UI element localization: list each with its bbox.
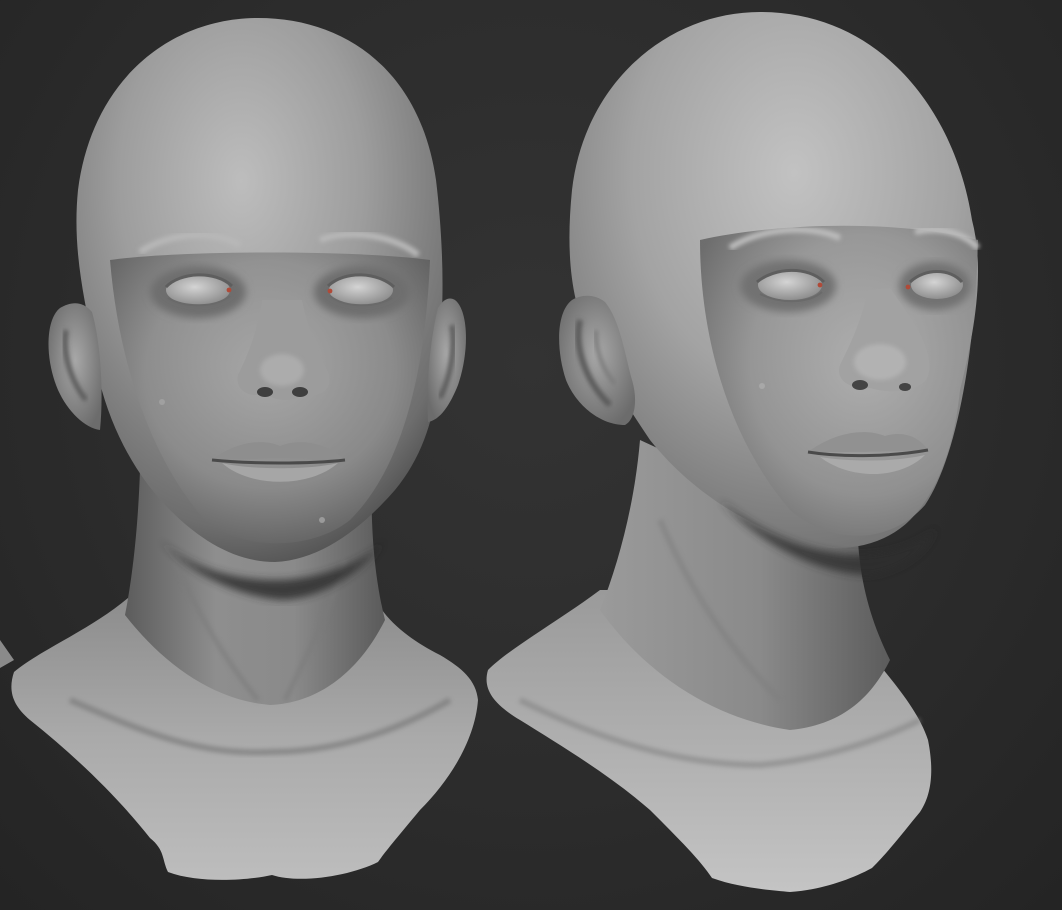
bust-front-ear-left <box>48 303 102 430</box>
bust-side-caruncle-right <box>905 284 911 290</box>
bust-front-caruncle-right <box>327 288 333 294</box>
bust-side-caruncle-left <box>817 282 823 288</box>
render-viewport <box>0 0 1062 910</box>
bust-three-quarter <box>486 12 981 892</box>
bust-front <box>11 18 479 880</box>
bust-front-caruncle-left <box>226 287 232 293</box>
sculpt-render <box>0 12 981 892</box>
offscreen-fragment <box>0 640 14 668</box>
